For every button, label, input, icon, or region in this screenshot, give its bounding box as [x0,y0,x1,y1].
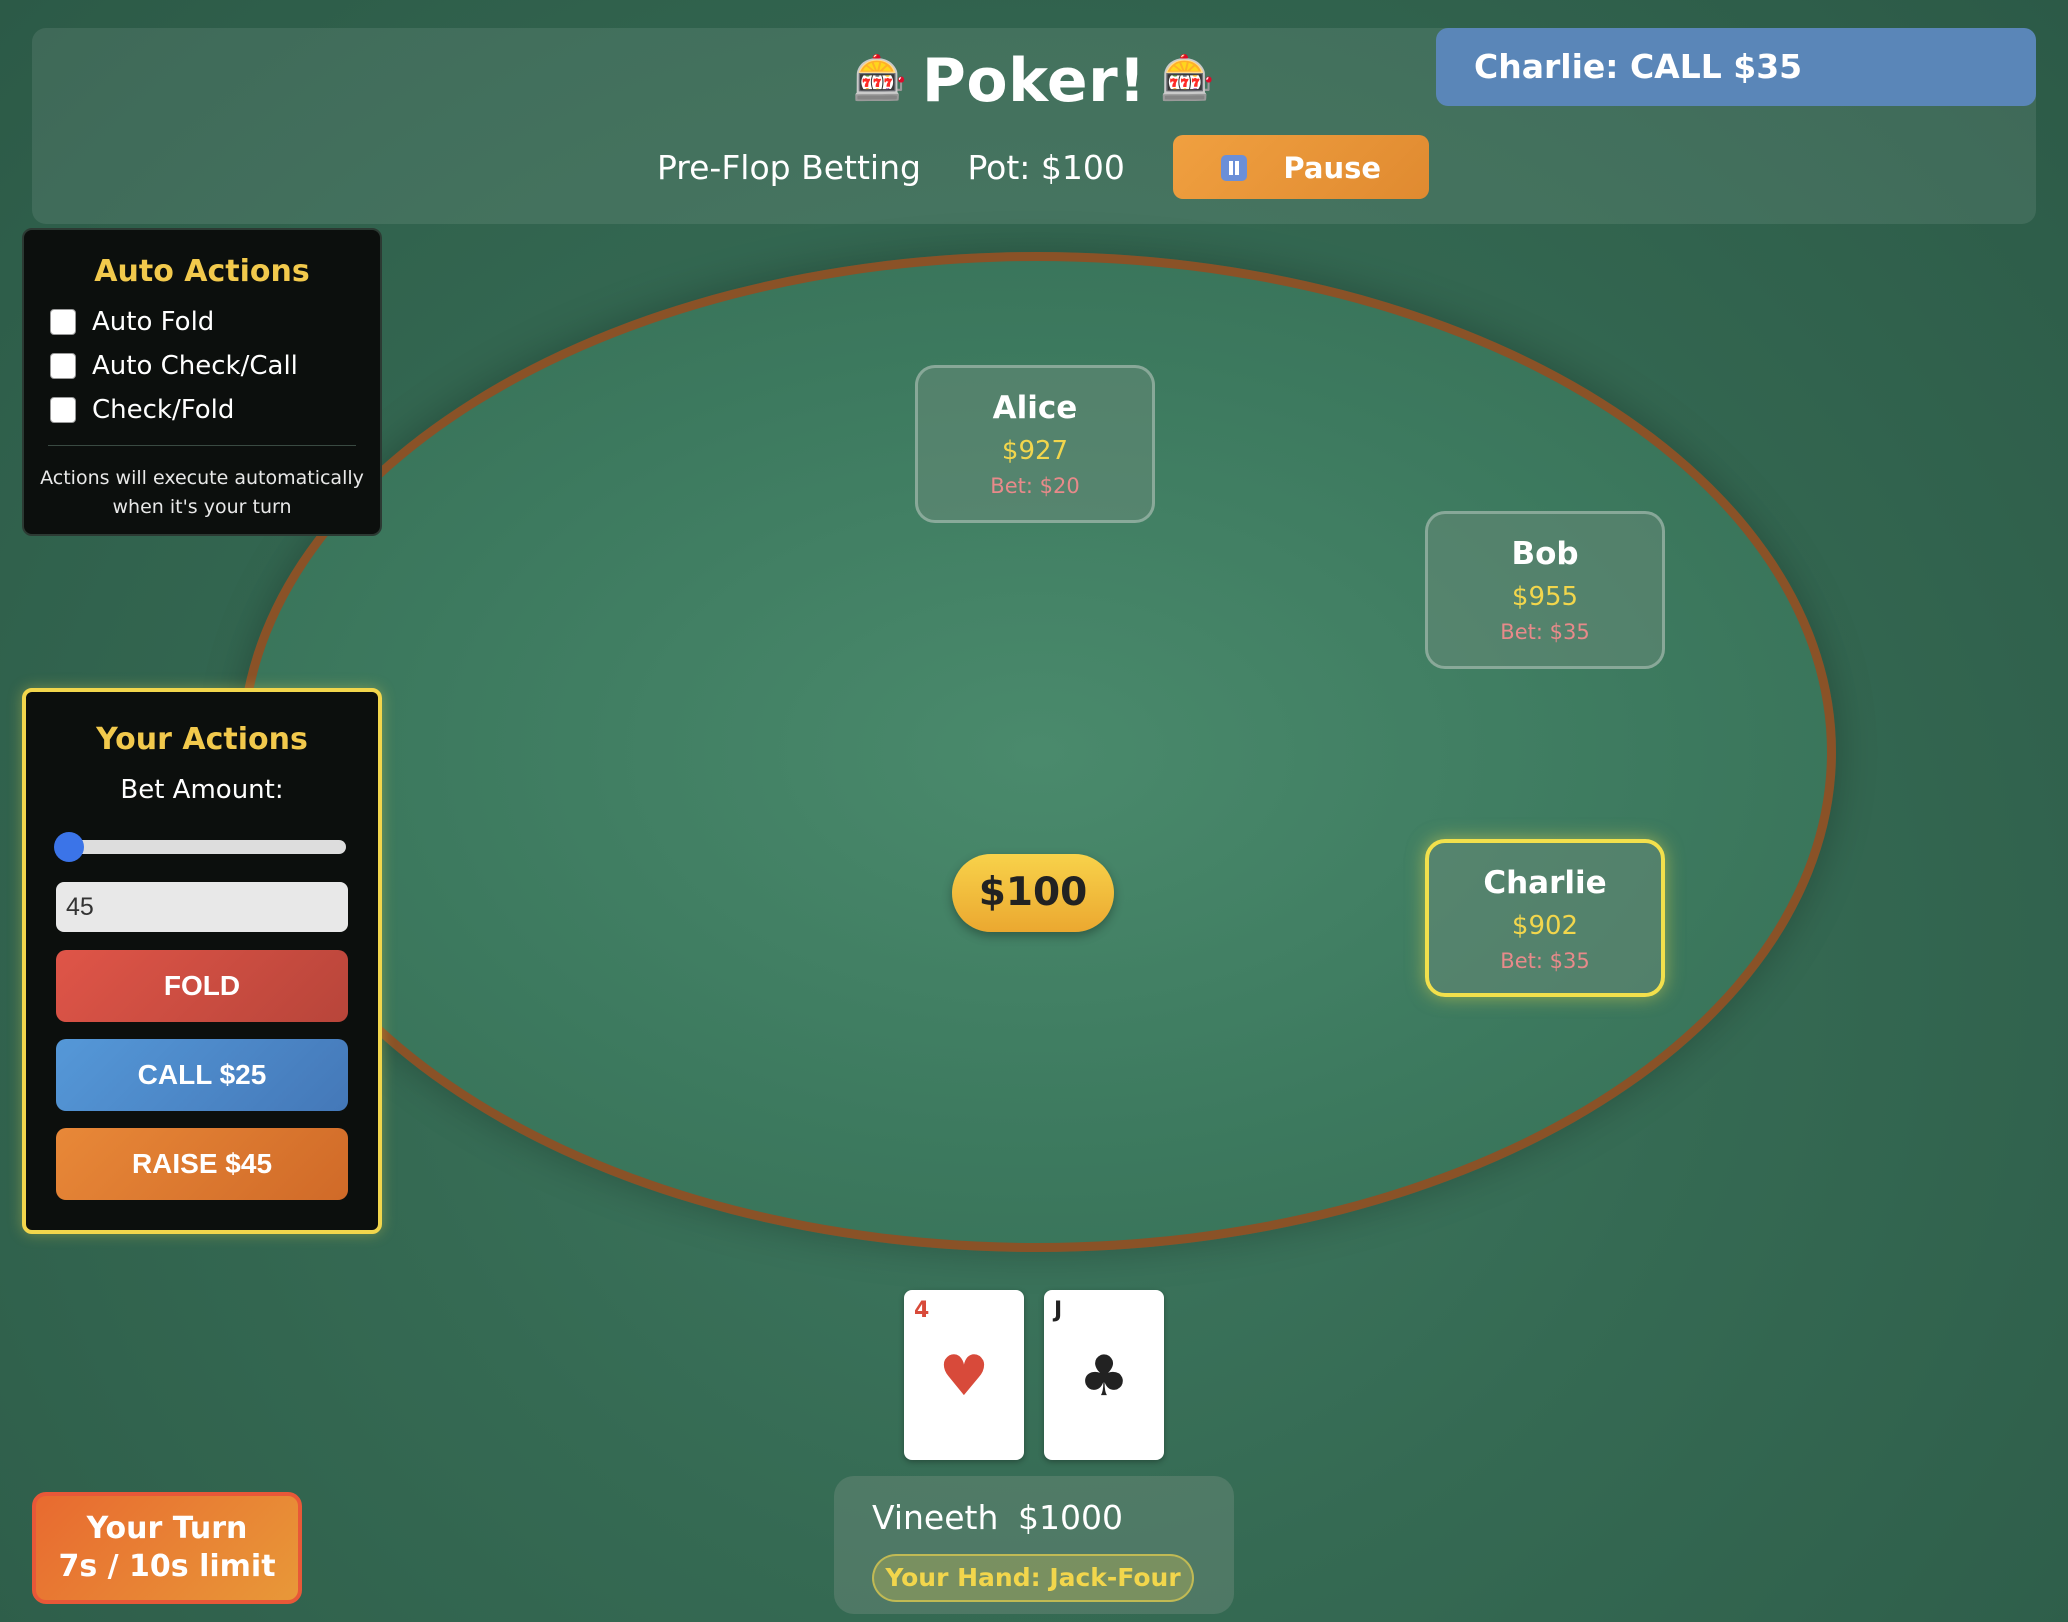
auto-actions-title: Auto Actions [94,254,310,289]
my-player-name: Vineeth [872,1498,999,1537]
hint-line-2: when it's your turn [112,496,292,518]
divider [48,445,356,446]
player-bet: Bet: $35 [1500,949,1590,973]
seat-alice: Alice $927 Bet: $20 [915,365,1155,523]
player-name: Bob [1511,536,1579,572]
phase-label: Pre-Flop Betting [656,147,921,187]
pot-label: Pot: $100 [967,147,1125,187]
your-actions-panel: Your Actions Bet Amount: 45 FOLD CALL $2… [22,688,382,1234]
turn-timer: Your Turn 7s / 10s limit [32,1492,302,1604]
hint-line-1: Actions will execute automatically [40,467,364,489]
your-actions-title: Your Actions [96,722,308,757]
player-bet: Bet: $20 [990,474,1080,498]
hole-card-2: J ♣ [1044,1290,1164,1460]
call-button[interactable]: CALL $25 [56,1039,348,1111]
auto-actions-hint: Actions will execute automatically when … [24,464,380,522]
auto-check-call-option[interactable]: Auto Check/Call [50,351,380,381]
card-rank: J [1054,1298,1063,1323]
seat-charlie: Charlie $902 Bet: $35 [1425,839,1665,997]
check-fold-option[interactable]: Check/Fold [50,395,380,425]
card-rank: 4 [914,1298,930,1323]
raise-button[interactable]: RAISE $45 [56,1128,348,1200]
auto-check-call-label: Auto Check/Call [92,351,298,381]
player-bet: Bet: $35 [1500,620,1590,644]
check-fold-checkbox[interactable] [50,397,76,423]
turn-timer-line-1: Your Turn [86,1511,248,1546]
bet-amount-input[interactable]: 45 [56,882,348,932]
hearts-icon: ♥ [938,1344,990,1409]
bet-slider-thumb[interactable] [54,832,84,862]
my-player-box: Vineeth $1000 Your Hand: Jack-Four [834,1476,1234,1614]
action-notification: Charlie: CALL $35 [1436,28,2036,106]
hole-card-1: 4 ♥ [904,1290,1024,1460]
auto-fold-checkbox[interactable] [50,309,76,335]
auto-check-call-checkbox[interactable] [50,353,76,379]
auto-actions-panel: Auto Actions Auto Fold Auto Check/Call C… [22,228,382,536]
fold-button[interactable]: FOLD [56,950,348,1022]
bet-amount-label: Bet Amount: [120,775,284,805]
pause-icon [1221,155,1248,181]
seat-bob: Bob $955 Bet: $35 [1425,511,1665,669]
my-player-chips: $1000 [1018,1498,1123,1537]
player-name: Charlie [1483,865,1607,901]
player-name: Alice [992,390,1078,426]
auto-fold-label: Auto Fold [92,307,215,337]
player-chips: $927 [1001,436,1069,466]
bet-slider[interactable] [54,832,346,862]
player-chips: $955 [1511,582,1579,612]
status-row: Pre-Flop Betting Pot: $100 Pause [32,135,2036,199]
pot-chip: $100 [952,854,1114,932]
slot-machine-icon: 🎰 [852,53,908,105]
slot-machine-icon: 🎰 [1160,53,1216,105]
auto-fold-option[interactable]: Auto Fold [50,307,380,337]
hand-description: Your Hand: Jack-Four [872,1554,1194,1602]
clubs-icon: ♣ [1078,1344,1130,1409]
player-chips: $902 [1511,911,1579,941]
pause-button[interactable]: Pause [1173,135,1430,199]
check-fold-label: Check/Fold [92,395,235,425]
pause-button-label: Pause [1283,151,1382,185]
turn-timer-line-2: 7s / 10s limit [58,1549,276,1584]
